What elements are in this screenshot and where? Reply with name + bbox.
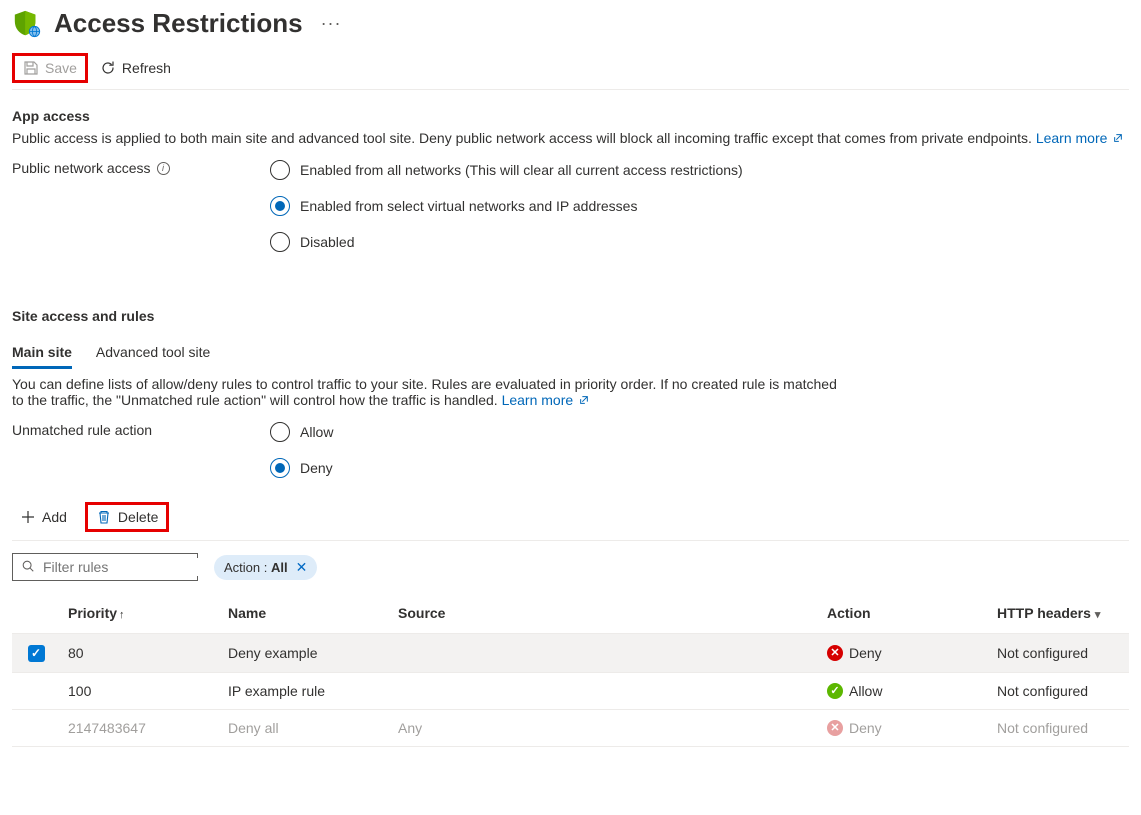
priority-cell: 2147483647 (60, 709, 220, 746)
deny-icon: ✕ (827, 645, 843, 661)
priority-cell: 80 (60, 634, 220, 673)
info-icon[interactable]: i (157, 162, 170, 175)
tab-main-site[interactable]: Main site (12, 338, 72, 369)
source-cell: Any (390, 709, 819, 746)
http-headers-cell: Not configured (989, 709, 1129, 746)
radio-icon (270, 422, 290, 442)
filter-rules-input[interactable] (12, 553, 198, 581)
external-link-icon (1113, 130, 1123, 140)
filter-input-field[interactable] (41, 558, 226, 576)
page-header: Access Restrictions ··· (12, 8, 1129, 39)
save-button[interactable]: Save (12, 53, 88, 83)
radio-icon (270, 160, 290, 180)
action-cell: ✕Deny (819, 634, 989, 673)
more-menu-icon[interactable]: ··· (321, 13, 342, 34)
refresh-label: Refresh (122, 60, 171, 76)
action-cell: ✕Deny (819, 709, 989, 746)
save-label: Save (45, 60, 77, 76)
row-checkbox[interactable] (28, 645, 45, 662)
column-header-action[interactable]: Action (819, 593, 989, 634)
radio-enabled-select[interactable]: Enabled from select virtual networks and… (270, 196, 743, 216)
site-access-description: You can define lists of allow/deny rules… (12, 376, 842, 408)
column-header-source[interactable]: Source (390, 593, 819, 634)
name-cell: IP example rule (220, 672, 390, 709)
chevron-down-icon: ▾ (1095, 609, 1101, 621)
source-cell (390, 672, 819, 709)
site-tabs: Main site Advanced tool site (12, 338, 1129, 370)
app-access-learn-more-link[interactable]: Learn more (1036, 130, 1123, 146)
radio-disabled[interactable]: Disabled (270, 232, 743, 252)
radio-unmatched-deny[interactable]: Deny (270, 458, 333, 478)
column-header-http-headers[interactable]: HTTP headers▾ (989, 593, 1129, 634)
app-access-description: Public access is applied to both main si… (12, 130, 1129, 146)
table-row[interactable]: 100IP example rule ✓AllowNot configured (12, 672, 1129, 709)
shield-icon (12, 9, 42, 39)
column-header-name[interactable]: Name (220, 593, 390, 634)
radio-enabled-all[interactable]: Enabled from all networks (This will cle… (270, 160, 743, 180)
action-filter-pill[interactable]: Action : All ✕ (214, 555, 317, 580)
table-row[interactable]: 80Deny example ✕DenyNot configured (12, 634, 1129, 673)
add-button[interactable]: Add (12, 505, 75, 529)
refresh-button[interactable]: Refresh (92, 56, 179, 80)
external-link-icon (579, 392, 589, 402)
filter-row: Action : All ✕ (12, 553, 1129, 581)
plus-icon (20, 509, 36, 525)
radio-icon (270, 196, 290, 216)
name-cell: Deny example (220, 634, 390, 673)
rules-table: Priority↑ Name Source Action HTTP header… (12, 593, 1129, 747)
unmatched-rule-action-label: Unmatched rule action (12, 422, 270, 438)
column-header-priority[interactable]: Priority↑ (60, 593, 220, 634)
search-icon (21, 559, 35, 576)
save-icon (23, 60, 39, 76)
site-access-heading: Site access and rules (12, 308, 1129, 324)
trash-icon (96, 509, 112, 525)
delete-button[interactable]: Delete (85, 502, 169, 532)
http-headers-cell: Not configured (989, 634, 1129, 673)
close-icon[interactable]: ✕ (296, 560, 308, 574)
site-access-learn-more-link[interactable]: Learn more (502, 392, 589, 408)
radio-icon (270, 232, 290, 252)
refresh-icon (100, 60, 116, 76)
public-network-access-label: Public network access i (12, 160, 270, 176)
page-title: Access Restrictions (54, 8, 303, 39)
column-header-checkbox[interactable] (12, 593, 60, 634)
app-access-heading: App access (12, 108, 1129, 124)
deny-icon: ✕ (827, 720, 843, 736)
unmatched-rule-action-radiogroup: Allow Deny (270, 422, 333, 478)
name-cell: Deny all (220, 709, 390, 746)
rules-toolbar: Add Delete (12, 502, 1129, 541)
public-network-access-radiogroup: Enabled from all networks (This will cle… (270, 160, 743, 252)
command-bar: Save Refresh (12, 53, 1129, 90)
source-cell (390, 634, 819, 673)
priority-cell: 100 (60, 672, 220, 709)
sort-ascending-icon: ↑ (119, 609, 125, 621)
radio-icon (270, 458, 290, 478)
action-cell: ✓Allow (819, 672, 989, 709)
table-row[interactable]: 2147483647Deny allAny✕DenyNot configured (12, 709, 1129, 746)
tab-advanced-tool-site[interactable]: Advanced tool site (96, 338, 210, 369)
allow-icon: ✓ (827, 683, 843, 699)
radio-unmatched-allow[interactable]: Allow (270, 422, 333, 442)
http-headers-cell: Not configured (989, 672, 1129, 709)
